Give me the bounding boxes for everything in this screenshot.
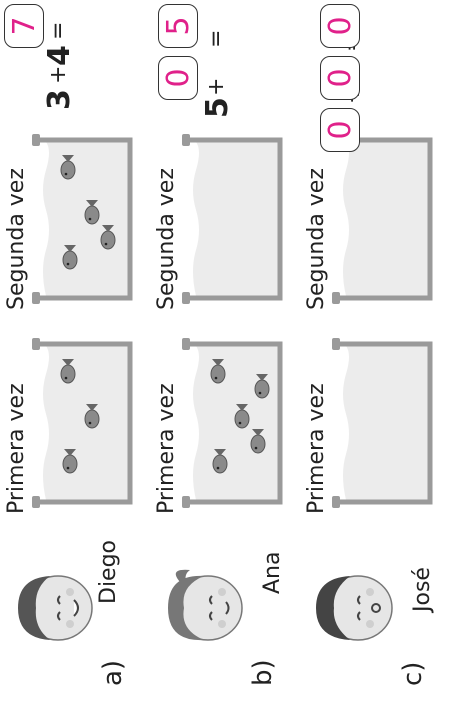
- bowl-rim: [182, 338, 190, 350]
- bowl-rim: [32, 496, 40, 508]
- result-box[interactable]: 0: [320, 4, 360, 48]
- item-letter: a): [98, 659, 128, 686]
- bowl-rim: [182, 292, 190, 304]
- bowl-rim: [332, 338, 340, 350]
- bowl-rim: [32, 134, 40, 146]
- addend-2-box[interactable]: 0: [158, 56, 198, 100]
- addend-1-box[interactable]: 0: [320, 108, 360, 152]
- bowl-rim: [32, 292, 40, 304]
- addend-1: 3: [42, 89, 77, 110]
- exercise-b: b) Ana Primera vez Segunda vez 5 + 0 = 5: [150, 0, 300, 702]
- result-box[interactable]: 5: [158, 4, 198, 48]
- worksheet: a) Diego Primera vez Segunda vez 3 + 4 =…: [0, 0, 450, 702]
- second-attempt: Segunda vez: [154, 128, 286, 310]
- result-box[interactable]: 7: [4, 4, 44, 48]
- water: [193, 142, 278, 296]
- first-attempt: Primera vez: [304, 332, 436, 514]
- bowl-rim: [332, 496, 340, 508]
- child-name: Ana: [260, 551, 285, 594]
- second-attempt-label: Segunda vez: [304, 168, 329, 310]
- exercise-a: a) Diego Primera vez Segunda vez 3 + 4 =…: [0, 0, 150, 702]
- first-attempt: Primera vez: [4, 332, 136, 514]
- equals-sign: =: [204, 29, 229, 48]
- fish-bowl: [332, 338, 433, 508]
- first-attempt-label: Primera vez: [304, 383, 329, 514]
- addend-1: 5: [200, 97, 235, 118]
- item-letter: c): [398, 661, 428, 686]
- fish-bowl: [32, 338, 133, 508]
- bowl-rim: [32, 338, 40, 350]
- first-attempt: Primera vez: [154, 332, 286, 514]
- fish-bowl: [332, 134, 433, 304]
- bowl-rim: [182, 134, 190, 146]
- addend-2-box[interactable]: 0: [320, 56, 360, 100]
- water: [343, 142, 428, 296]
- item-letter: b): [248, 659, 278, 686]
- second-attempt: Segunda vez: [304, 128, 436, 310]
- second-attempt: Segunda vez: [4, 128, 136, 310]
- first-attempt-label: Primera vez: [154, 383, 179, 514]
- exercise-c: c) José Primera vez Segunda vez 0 + 0 = …: [300, 0, 450, 702]
- boy-face-icon: [316, 575, 393, 641]
- fish-bowl: [182, 134, 283, 304]
- bowl-rim: [182, 496, 190, 508]
- girl-face-icon: [168, 569, 243, 641]
- addend-2: 4: [42, 45, 77, 66]
- water: [343, 346, 428, 500]
- fish-bowl: [32, 134, 133, 304]
- plus-sign: +: [46, 65, 71, 84]
- second-attempt-label: Segunda vez: [154, 168, 179, 310]
- fish-bowl: [182, 338, 283, 508]
- child-name: Diego: [96, 539, 121, 604]
- boy-face-icon: [18, 575, 93, 641]
- child-name: José: [410, 567, 435, 612]
- first-attempt-label: Primera vez: [4, 383, 29, 514]
- second-attempt-label: Segunda vez: [4, 168, 29, 310]
- plus-sign: +: [204, 77, 229, 96]
- equals-sign: =: [46, 21, 71, 40]
- bowl-rim: [332, 292, 340, 304]
